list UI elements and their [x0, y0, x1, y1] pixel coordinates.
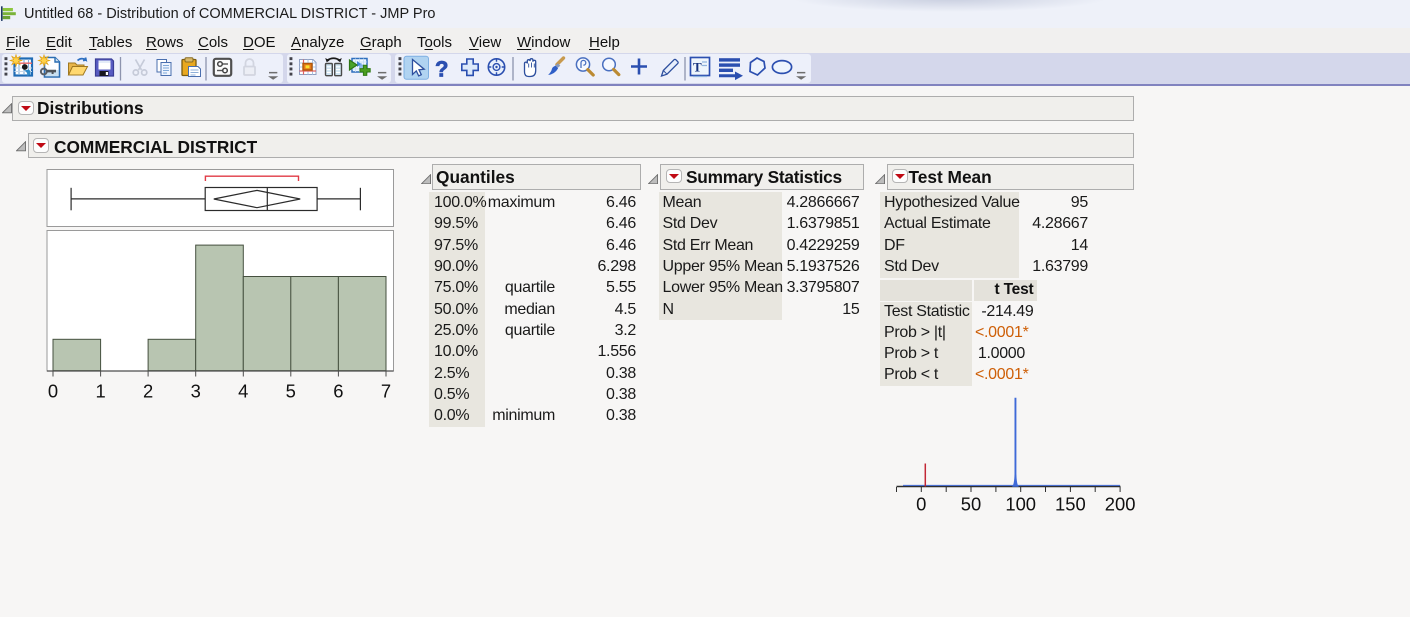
svg-text:150: 150 — [1055, 494, 1086, 515]
svg-text:3: 3 — [191, 381, 201, 402]
svg-text:?: ? — [435, 57, 448, 82]
svg-text:6: 6 — [333, 381, 343, 402]
svg-text:4: 4 — [238, 381, 248, 402]
svg-text:1: 1 — [95, 381, 105, 402]
svg-text:5: 5 — [286, 381, 296, 402]
svg-text:2: 2 — [143, 381, 153, 402]
svg-text:200: 200 — [1105, 494, 1135, 515]
svg-text:T: T — [693, 60, 702, 75]
svg-text:0: 0 — [916, 494, 926, 515]
svg-text:0: 0 — [48, 381, 58, 402]
svg-text:100: 100 — [1005, 494, 1036, 515]
svg-text:7: 7 — [381, 381, 391, 402]
svg-text:50: 50 — [961, 494, 981, 515]
